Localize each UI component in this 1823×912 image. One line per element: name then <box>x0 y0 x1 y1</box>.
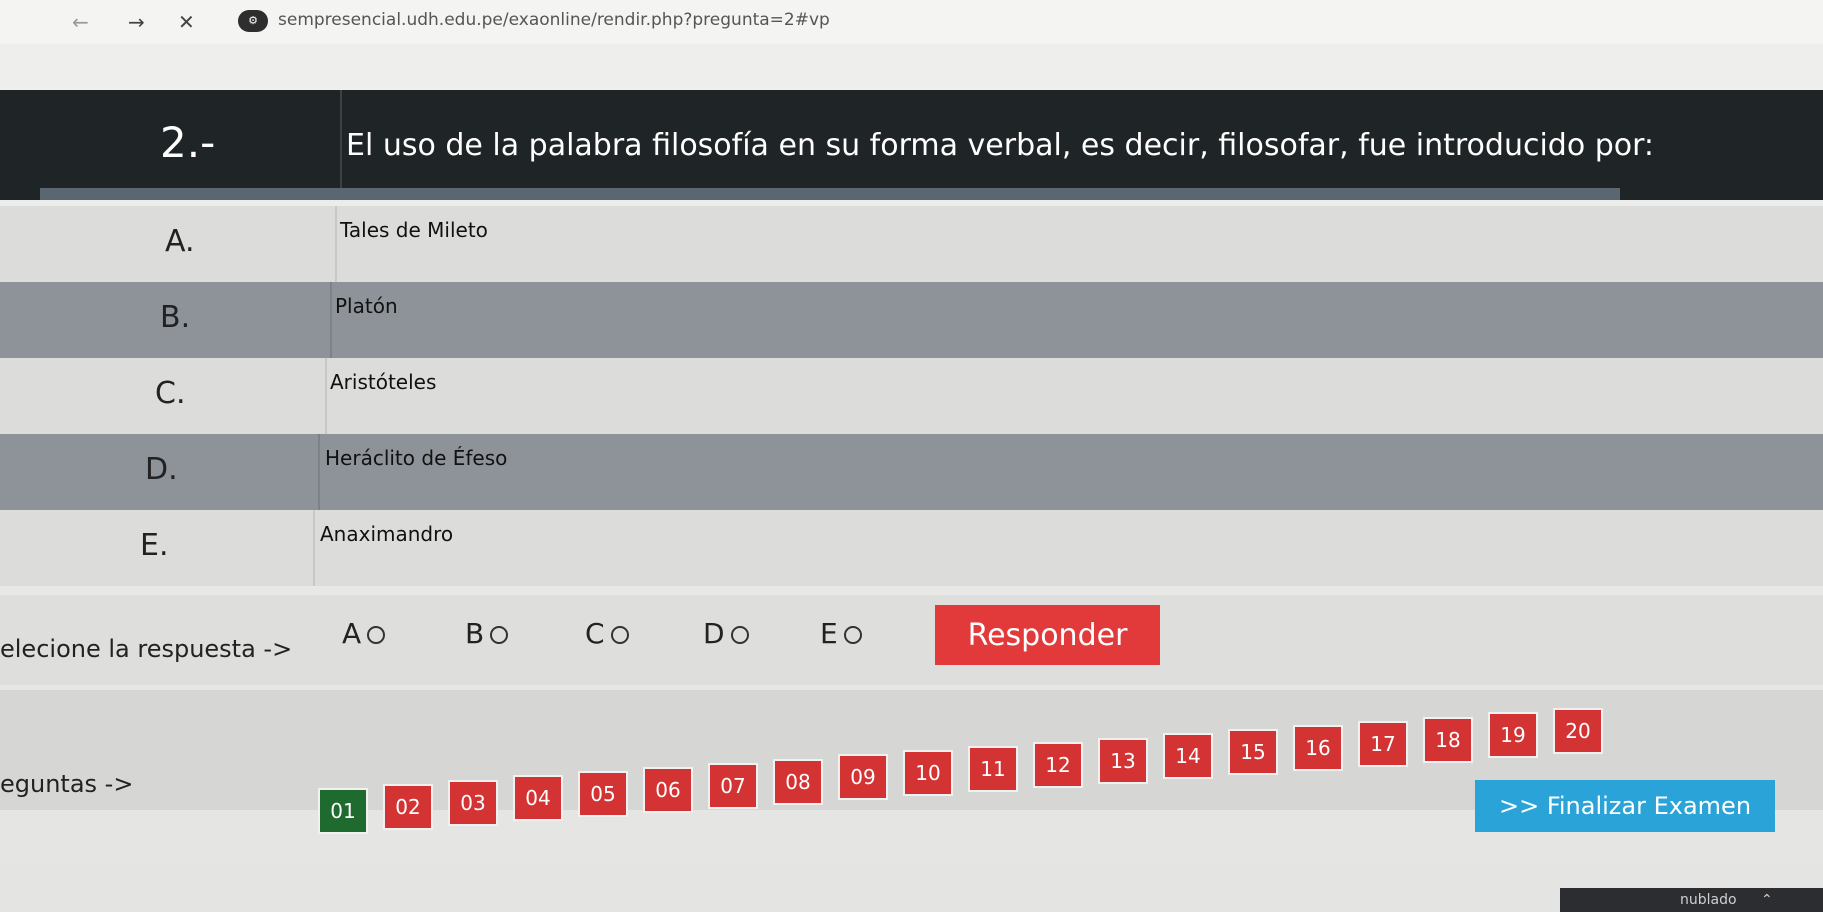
close-icon[interactable]: ✕ <box>178 10 195 34</box>
radio-label: D <box>703 617 725 650</box>
option-text: Heráclito de Éfeso <box>325 446 508 470</box>
option-row-d: D. Heráclito de Éfeso <box>0 434 1823 510</box>
question-button-14[interactable]: 14 <box>1163 733 1213 780</box>
address-bar-url[interactable]: sempresencial.udh.edu.pe/exaonline/rendi… <box>278 10 830 30</box>
finalizar-examen-button[interactable]: >> Finalizar Examen <box>1475 780 1775 832</box>
question-text: El uso de la palabra filosofía en su for… <box>346 128 1655 163</box>
header-underbar <box>40 188 1620 200</box>
option-row-c: C. Aristóteles <box>0 358 1823 434</box>
header-divider <box>340 90 342 200</box>
question-button-19[interactable]: 19 <box>1488 712 1538 759</box>
weather-status: nublado <box>1680 892 1737 908</box>
question-button-15[interactable]: 15 <box>1228 729 1278 776</box>
site-settings-icon[interactable]: ⚙ <box>238 10 268 32</box>
option-letter: E. <box>140 528 169 563</box>
radio-option-b[interactable]: B <box>465 617 509 650</box>
option-divider <box>330 282 332 358</box>
question-button-16[interactable]: 16 <box>1293 725 1343 771</box>
question-button-02[interactable]: 02 <box>383 783 433 830</box>
exam-panel: 2.- El uso de la palabra filosofía en su… <box>0 40 1823 912</box>
option-text: Anaximandro <box>320 522 454 546</box>
radio-label: B <box>465 617 485 650</box>
responder-button[interactable]: Responder <box>935 605 1160 665</box>
option-letter: D. <box>145 452 178 487</box>
question-button-07[interactable]: 07 <box>708 762 758 809</box>
question-button-05[interactable]: 05 <box>578 771 628 818</box>
option-text: Platón <box>335 294 398 318</box>
select-answer-label: elecione la respuesta -> <box>0 635 293 663</box>
radio-circle-icon[interactable] <box>843 626 862 644</box>
question-button-12[interactable]: 12 <box>1033 741 1083 788</box>
radio-label: E <box>820 617 838 650</box>
question-button-13[interactable]: 13 <box>1098 737 1148 784</box>
radio-option-a[interactable]: A <box>342 617 386 650</box>
radio-circle-icon[interactable] <box>610 626 629 644</box>
question-header: 2.- El uso de la palabra filosofía en su… <box>0 90 1823 200</box>
browser-toolbar: ← → ✕ ⚙ sempresencial.udh.edu.pe/exaonli… <box>0 0 1823 44</box>
option-divider <box>313 510 315 586</box>
question-button-04[interactable]: 04 <box>513 775 563 822</box>
question-button-20[interactable]: 20 <box>1553 708 1603 755</box>
back-arrow-icon[interactable]: ← <box>72 10 89 34</box>
radio-label: A <box>342 617 362 650</box>
question-button-17[interactable]: 17 <box>1358 720 1408 767</box>
question-button-11[interactable]: 11 <box>968 746 1018 792</box>
exam-page: ← → ✕ ⚙ sempresencial.udh.edu.pe/exaonli… <box>0 0 1823 912</box>
question-button-06[interactable]: 06 <box>643 767 693 813</box>
radio-option-d[interactable]: D <box>703 617 749 650</box>
radio-label: C <box>585 617 605 650</box>
taskbar: nublado ⌃ <box>1560 888 1823 912</box>
option-divider <box>335 206 337 282</box>
option-divider <box>325 358 327 434</box>
option-letter: B. <box>160 300 191 335</box>
radio-circle-icon[interactable] <box>367 626 386 644</box>
option-text: Aristóteles <box>330 370 437 394</box>
radio-option-e[interactable]: E <box>820 617 862 650</box>
radio-circle-icon[interactable] <box>730 626 749 644</box>
chevron-up-icon[interactable]: ⌃ <box>1761 892 1773 908</box>
option-row-a: A. Tales de Mileto <box>0 206 1823 282</box>
option-row-e: E. Anaximandro <box>0 510 1823 586</box>
question-button-01[interactable]: 01 <box>318 788 368 834</box>
question-button-03[interactable]: 03 <box>448 779 498 826</box>
option-letter: A. <box>165 224 195 259</box>
option-letter: C. <box>155 376 186 411</box>
answer-selection-row: elecione la respuesta -> A B C D E Respo… <box>0 595 1823 685</box>
question-button-08[interactable]: 08 <box>773 758 823 805</box>
radio-circle-icon[interactable] <box>490 626 509 644</box>
question-button-09[interactable]: 09 <box>838 754 888 801</box>
questions-label: eguntas -> <box>0 770 134 798</box>
question-button-10[interactable]: 10 <box>903 750 953 797</box>
forward-arrow-icon[interactable]: → <box>128 10 145 34</box>
option-row-b: B. Platón <box>0 282 1823 358</box>
option-text: Tales de Mileto <box>340 218 488 242</box>
option-divider <box>318 434 320 510</box>
radio-option-c[interactable]: C <box>585 617 629 650</box>
question-number: 2.- <box>160 118 216 167</box>
question-button-18[interactable]: 18 <box>1423 716 1473 763</box>
